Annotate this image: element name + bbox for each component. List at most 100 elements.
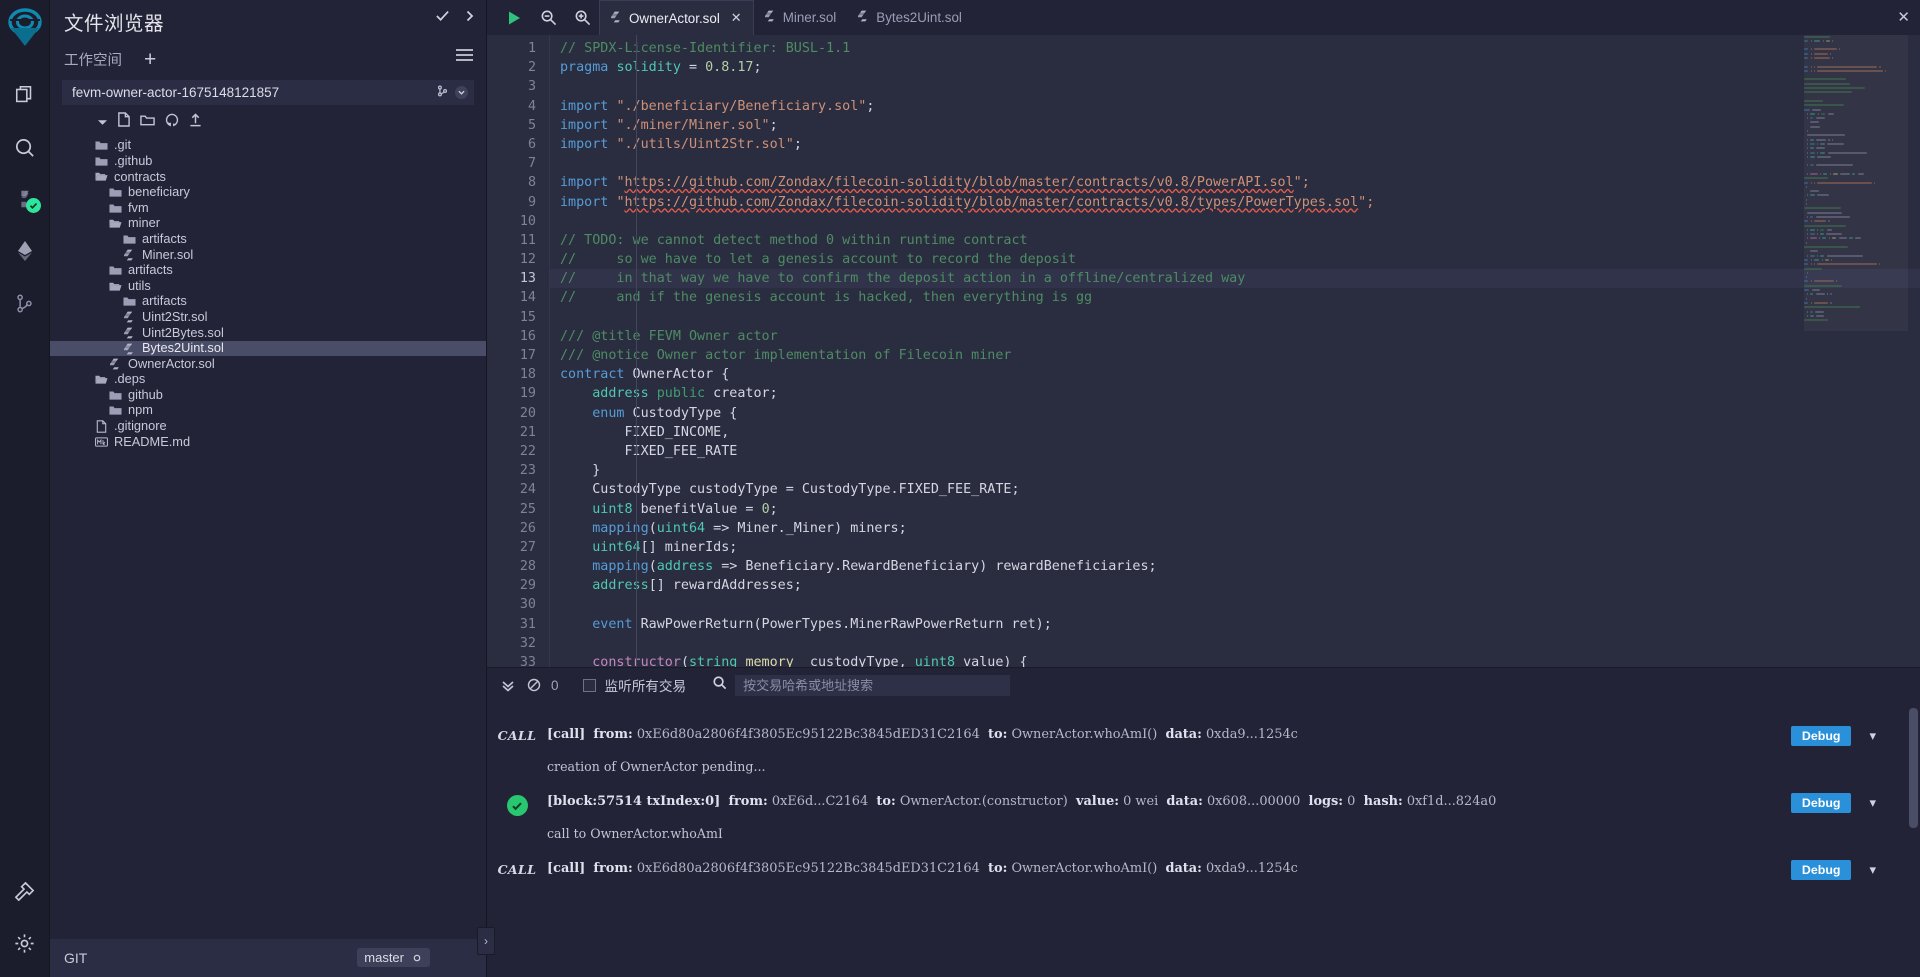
check-icon[interactable] [435, 8, 450, 28]
terminal-toggle-icon[interactable] [495, 672, 521, 698]
settings-gear-icon[interactable] [0, 917, 50, 969]
upload-file-icon[interactable] [189, 112, 202, 132]
file-tree-item[interactable]: utils [50, 278, 486, 294]
code-line[interactable]: /// @notice Owner actor implementation o… [550, 346, 1920, 365]
file-tree-item[interactable]: github [50, 388, 486, 404]
code-line[interactable] [550, 308, 1920, 327]
code-line[interactable]: contract OwnerActor { [550, 365, 1920, 384]
git-branch-small-icon[interactable] [437, 84, 448, 102]
code-line[interactable]: import "./beneficiary/Beneficiary.sol"; [550, 97, 1920, 116]
code-line[interactable]: // and if the genesis account is hacked,… [550, 288, 1920, 307]
code-editor[interactable]: 1 2 3 4 5 6 7 8 9 10 11 12 13 14 15 16 17 18 19 20 21 22 23 24 2… [487, 35, 1920, 667]
file-tree-item[interactable]: .gitignore [50, 419, 486, 435]
git-branch-sync-icon[interactable] [410, 951, 423, 964]
collapse-all-icon[interactable] [98, 113, 107, 131]
file-tree-item[interactable]: contracts [50, 169, 486, 185]
new-file-icon[interactable] [117, 112, 130, 132]
chevron-down-icon[interactable]: ▾ [1869, 728, 1876, 744]
code-line[interactable]: import "https://github.com/Zondax/fileco… [550, 193, 1920, 212]
workspace-menu-icon[interactable] [455, 48, 474, 67]
file-tree-item[interactable]: Miner.sol [50, 247, 486, 263]
zoom-in-icon[interactable] [565, 1, 599, 35]
git-branch-chip[interactable]: master [357, 948, 430, 967]
plugin-manager-icon[interactable] [0, 865, 50, 917]
workspace-dropdown-icon[interactable] [455, 86, 468, 99]
editor-tab[interactable]: Bytes2Uint.sol [847, 0, 973, 35]
code-lines[interactable]: // SPDX-License-Identifier: BUSL-1.1 prag… [549, 35, 1920, 667]
chevron-down-icon[interactable]: ▾ [1869, 862, 1876, 878]
code-line[interactable]: mapping(uint64 => Miner._Miner) miners; [550, 519, 1920, 538]
terminal-log-entry[interactable]: CALL [call] from: 0xE6d80a2806f4f3805Ec95… [487, 718, 1920, 784]
code-line[interactable]: uint8 benefitValue = 0; [550, 500, 1920, 519]
code-line[interactable] [550, 212, 1920, 231]
code-line[interactable]: // TODO: we cannot detect method 0 withi… [550, 231, 1920, 250]
debug-button[interactable]: Debug [1790, 793, 1852, 813]
file-tree-item[interactable]: Uint2Bytes.sol [50, 325, 486, 341]
code-line[interactable]: // so we have to let a genesis account t… [550, 250, 1920, 269]
search-icon[interactable] [0, 121, 50, 173]
deploy-run-icon[interactable] [0, 225, 50, 277]
file-tree-item[interactable]: OwnerActor.sol [50, 356, 486, 372]
git-status-bar[interactable]: GIT master [50, 939, 486, 977]
code-line[interactable]: address public creator; [550, 384, 1920, 403]
code-line[interactable]: } [550, 461, 1920, 480]
code-line[interactable]: /// @title FEVM Owner actor [550, 327, 1920, 346]
code-line[interactable]: mapping(address => Beneficiary.RewardBen… [550, 557, 1920, 576]
git-branch-icon[interactable] [0, 277, 50, 329]
code-line[interactable]: FIXED_INCOME, [550, 423, 1920, 442]
file-tree-item[interactable]: npm [50, 403, 486, 419]
code-line[interactable]: enum CustodyType { [550, 404, 1920, 423]
run-script-icon[interactable] [497, 1, 531, 35]
code-line[interactable]: import "https://github.com/Zondax/fileco… [550, 173, 1920, 192]
editor-vertical-scrollbar[interactable] [1908, 35, 1920, 667]
file-tree-item[interactable]: .github [50, 154, 486, 170]
file-tree-item[interactable]: Bytes2Uint.sol [50, 340, 486, 357]
file-explorer-icon[interactable] [0, 69, 50, 121]
debug-button[interactable]: Debug [1790, 860, 1852, 880]
code-line[interactable]: CustodyType custodyType = CustodyType.FI… [550, 480, 1920, 499]
file-tree-item[interactable]: README.md [50, 434, 486, 450]
code-line[interactable] [550, 595, 1920, 614]
close-tab-icon[interactable]: ✕ [731, 10, 742, 26]
file-tree-item[interactable]: artifacts [50, 263, 486, 279]
terminal-search-input[interactable] [735, 674, 1011, 696]
listen-all-transactions-toggle[interactable]: 监听所有交易 [582, 675, 686, 695]
file-tree[interactable]: .git .github contracts beneficiary fvm miner a… [50, 138, 486, 454]
file-tree-item[interactable]: fvm [50, 200, 486, 216]
file-tree-item[interactable]: Uint2Str.sol [50, 310, 486, 326]
code-line[interactable]: import "./miner/Miner.sol"; [550, 116, 1920, 135]
file-tree-item[interactable]: miner [50, 216, 486, 232]
file-tree-item[interactable]: artifacts [50, 294, 486, 310]
terminal-log[interactable]: CALL [call] from: 0xE6d80a2806f4f3805Ec95… [487, 702, 1920, 977]
zoom-out-icon[interactable] [531, 1, 565, 35]
workspace-selector[interactable]: fevm-owner-actor-1675148121857 [62, 80, 474, 105]
terminal-search-icon[interactable] [712, 675, 727, 695]
chevron-right-icon[interactable] [464, 9, 476, 27]
close-all-tabs-icon[interactable]: ✕ [1897, 8, 1910, 26]
code-line[interactable]: event RawPowerReturn(PowerTypes.MinerRaw… [550, 615, 1920, 634]
file-tree-item[interactable]: .deps [50, 372, 486, 388]
collapse-panel-button[interactable]: › [477, 927, 495, 955]
code-line[interactable]: // in that way we have to confirm the de… [550, 269, 1920, 289]
code-minimap[interactable] [1804, 35, 1908, 375]
editor-tab[interactable]: Miner.sol [754, 0, 848, 35]
file-tree-item[interactable]: .git [50, 138, 486, 154]
chevron-down-icon[interactable]: ▾ [1869, 795, 1876, 811]
code-line[interactable]: pragma solidity = 0.8.17; [550, 58, 1920, 77]
code-line[interactable]: FIXED_FEE_RATE [550, 442, 1920, 461]
terminal-vertical-scrollbar[interactable] [1909, 708, 1918, 828]
code-line[interactable] [550, 634, 1920, 653]
code-line[interactable]: address[] rewardAddresses; [550, 576, 1920, 595]
code-line[interactable]: constructor(string memory _custodyType, … [550, 653, 1920, 667]
add-workspace-button[interactable]: + [144, 49, 156, 70]
code-line[interactable]: import "./utils/Uint2Str.sol"; [550, 135, 1920, 154]
file-tree-item[interactable]: beneficiary [50, 185, 486, 201]
new-folder-icon[interactable] [140, 113, 155, 131]
terminal-log-entry[interactable]: CALL [call] from: 0xE6d80a2806f4f3805Ec95… [487, 852, 1920, 892]
code-line[interactable] [550, 77, 1920, 96]
remix-logo[interactable] [5, 6, 45, 55]
github-clone-icon[interactable] [165, 113, 179, 132]
code-line[interactable]: // SPDX-License-Identifier: BUSL-1.1 [550, 39, 1920, 58]
code-line[interactable]: uint64[] minerIds; [550, 538, 1920, 557]
editor-tab[interactable]: OwnerActor.sol ✕ [599, 0, 754, 35]
